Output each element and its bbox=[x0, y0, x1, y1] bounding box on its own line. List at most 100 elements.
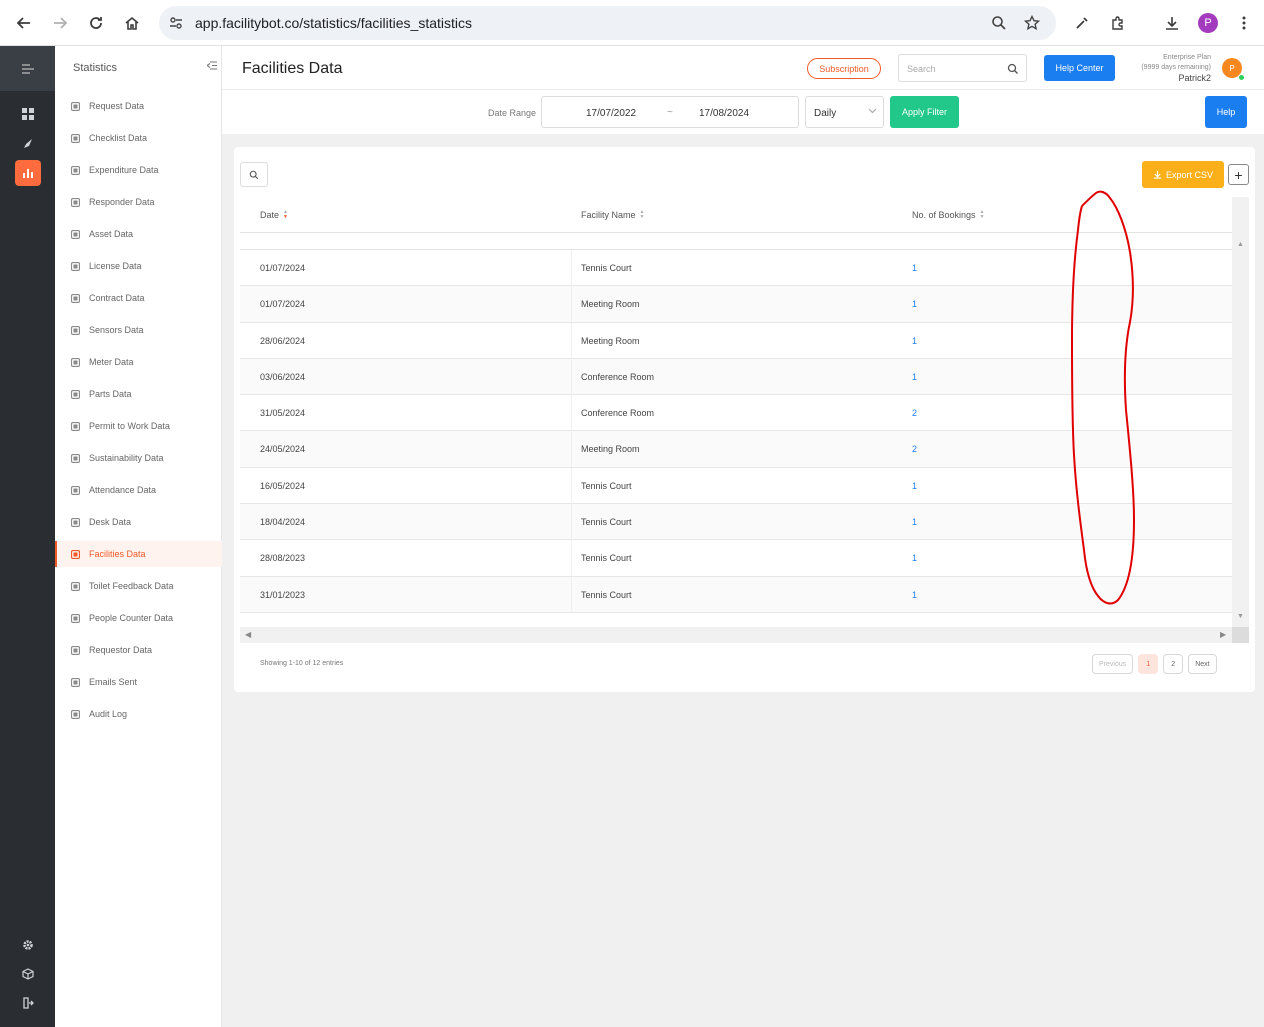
help-button[interactable]: Help bbox=[1205, 96, 1247, 128]
checklist-icon bbox=[70, 133, 80, 143]
browser-profile-avatar[interactable]: P bbox=[1198, 13, 1218, 33]
cell-bookings[interactable]: 1 bbox=[912, 336, 917, 346]
sidebar-item-desk-data[interactable]: Desk Data bbox=[55, 509, 222, 535]
home-icon[interactable] bbox=[120, 11, 144, 35]
sidebar-item-label: Meter Data bbox=[89, 357, 134, 367]
reload-icon[interactable] bbox=[84, 11, 108, 35]
sidebar-item-audit-log[interactable]: Audit Log bbox=[55, 701, 222, 727]
next-page-button[interactable]: Next bbox=[1188, 654, 1217, 674]
column-header-bookings[interactable]: No. of Bookings ▲ ▼ bbox=[912, 210, 985, 221]
expand-menu-icon[interactable] bbox=[0, 46, 55, 91]
back-icon[interactable] bbox=[12, 11, 36, 35]
address-bar[interactable]: app.facilitybot.co/statistics/facilities… bbox=[159, 6, 1056, 40]
sidebar-item-checklist-data[interactable]: Checklist Data bbox=[55, 125, 222, 151]
page-button-2[interactable]: 2 bbox=[1163, 654, 1184, 674]
previous-page-button[interactable]: Previous bbox=[1092, 654, 1134, 674]
sidebar-title: Statistics bbox=[73, 62, 118, 74]
username[interactable]: Patrick2 bbox=[1127, 73, 1211, 83]
sidebar-item-facilities-data[interactable]: Facilities Data bbox=[55, 541, 222, 567]
sidebar-item-attendance-data[interactable]: Attendance Data bbox=[55, 477, 222, 503]
cube-icon[interactable] bbox=[15, 961, 41, 987]
apply-filter-button[interactable]: Apply Filter bbox=[890, 96, 959, 128]
cell-bookings[interactable]: 2 bbox=[912, 408, 917, 418]
download-icon[interactable] bbox=[1161, 12, 1183, 34]
sidebar-item-label: Facilities Data bbox=[89, 549, 146, 559]
rocket-icon[interactable] bbox=[15, 131, 41, 157]
sidebar-item-parts-data[interactable]: Parts Data bbox=[55, 381, 222, 407]
cell-bookings[interactable]: 1 bbox=[912, 590, 917, 600]
cell-date: 28/08/2023 bbox=[260, 553, 306, 564]
end-date[interactable]: 17/08/2024 bbox=[699, 108, 749, 119]
export-csv-button[interactable]: Export CSV bbox=[1142, 161, 1224, 188]
scroll-down-icon[interactable]: ▼ bbox=[1237, 613, 1244, 620]
table-row: 01/07/2024 Tennis Court 1 bbox=[240, 250, 1232, 287]
cell-facility-name: Meeting Room bbox=[581, 444, 640, 455]
table-search-button[interactable] bbox=[240, 162, 268, 187]
forward-icon[interactable] bbox=[48, 11, 72, 35]
collapse-sidebar-icon[interactable] bbox=[206, 61, 217, 73]
subscription-button[interactable]: Subscription bbox=[807, 58, 881, 79]
search-icon bbox=[249, 170, 259, 179]
logout-icon[interactable] bbox=[15, 990, 41, 1016]
cell-date: 01/07/2024 bbox=[260, 263, 306, 273]
table-row: 01/07/2024 Meeting Room 1 bbox=[240, 286, 1232, 323]
dashboard-icon[interactable] bbox=[15, 101, 41, 127]
sidebar-item-asset-data[interactable]: Asset Data bbox=[55, 221, 222, 247]
cell-facility-name: Tennis Court bbox=[581, 517, 632, 528]
cell-bookings[interactable]: 1 bbox=[912, 517, 917, 527]
vertical-scrollbar[interactable]: ▲ ▼ bbox=[1232, 197, 1249, 627]
date-range-picker[interactable]: 17/07/2022 ~ 17/08/2024 bbox=[541, 96, 799, 128]
export-csv-label: Export CSV bbox=[1165, 169, 1214, 180]
sidebar-item-license-data[interactable]: License Data bbox=[55, 253, 222, 279]
cell-bookings[interactable]: 2 bbox=[912, 444, 917, 454]
help-center-button[interactable]: Help Center bbox=[1044, 55, 1115, 81]
cell-bookings[interactable]: 1 bbox=[912, 263, 917, 273]
start-date[interactable]: 17/07/2022 bbox=[586, 108, 636, 119]
bookmark-star-icon[interactable] bbox=[1023, 14, 1041, 32]
parts-icon bbox=[70, 389, 80, 399]
sidebar-item-permit-to-work-data[interactable]: Permit to Work Data bbox=[55, 413, 222, 439]
sidebar-item-label: Request Data bbox=[89, 101, 145, 111]
scroll-left-icon[interactable]: ◀ bbox=[245, 630, 251, 639]
responder-icon bbox=[70, 197, 80, 207]
sidebar-item-expenditure-data[interactable]: Expenditure Data bbox=[55, 157, 222, 183]
cell-bookings[interactable]: 1 bbox=[912, 372, 917, 382]
site-info-icon[interactable] bbox=[167, 14, 185, 32]
eyedropper-icon[interactable] bbox=[1071, 12, 1093, 34]
cell-date: 16/05/2024 bbox=[260, 480, 306, 491]
sidebar-item-request-data[interactable]: Request Data bbox=[55, 93, 222, 119]
sidebar-item-sustainability-data[interactable]: Sustainability Data bbox=[55, 445, 222, 471]
sidebar-item-responder-data[interactable]: Responder Data bbox=[55, 189, 222, 215]
sidebar-item-meter-data[interactable]: Meter Data bbox=[55, 349, 222, 375]
sidebar-item-contract-data[interactable]: Contract Data bbox=[55, 285, 222, 311]
sidebar-item-sensors-data[interactable]: Sensors Data bbox=[55, 317, 222, 343]
table-row: 31/01/2023 Tennis Court 1 bbox=[240, 576, 1232, 613]
page-button-1[interactable]: 1 bbox=[1138, 654, 1159, 674]
column-header-date[interactable]: Date ▲ ▼ bbox=[260, 210, 288, 221]
cell-date: 24/05/2024 bbox=[260, 444, 306, 455]
statistics-icon[interactable] bbox=[15, 160, 41, 186]
scroll-right-icon[interactable]: ▶ bbox=[1220, 630, 1226, 639]
search-icon[interactable] bbox=[1007, 62, 1019, 80]
cell-bookings[interactable]: 1 bbox=[912, 481, 917, 491]
table-row: 24/05/2024 Meeting Room 2 bbox=[240, 431, 1232, 468]
zoom-icon[interactable] bbox=[990, 14, 1008, 32]
sidebar-item-people-counter-data[interactable]: People Counter Data bbox=[55, 605, 222, 631]
extensions-icon[interactable] bbox=[1107, 12, 1129, 34]
more-vert-icon[interactable] bbox=[1233, 12, 1255, 34]
horizontal-scrollbar[interactable]: ◀ ▶ bbox=[240, 627, 1249, 643]
add-column-button[interactable]: + bbox=[1228, 164, 1249, 185]
sidebar-item-requestor-data[interactable]: Requestor Data bbox=[55, 637, 222, 663]
plan-name: Enterprise Plan bbox=[1163, 54, 1211, 61]
global-search-input[interactable]: Search bbox=[898, 54, 1027, 82]
cell-bookings[interactable]: 1 bbox=[912, 299, 917, 309]
filter-row bbox=[240, 233, 1232, 250]
sidebar-item-toilet-feedback-data[interactable]: Toilet Feedback Data bbox=[55, 573, 222, 599]
entries-info: Showing 1-10 of 12 entries bbox=[260, 660, 344, 667]
settings-gear-icon[interactable] bbox=[15, 932, 41, 958]
sidebar-item-emails-sent[interactable]: Emails Sent bbox=[55, 669, 222, 695]
period-select[interactable]: Daily bbox=[805, 96, 884, 128]
cell-bookings[interactable]: 1 bbox=[912, 553, 917, 563]
column-header-facility-name[interactable]: Facility Name ▲ ▼ bbox=[581, 210, 644, 221]
scroll-up-icon[interactable]: ▲ bbox=[1237, 241, 1244, 248]
